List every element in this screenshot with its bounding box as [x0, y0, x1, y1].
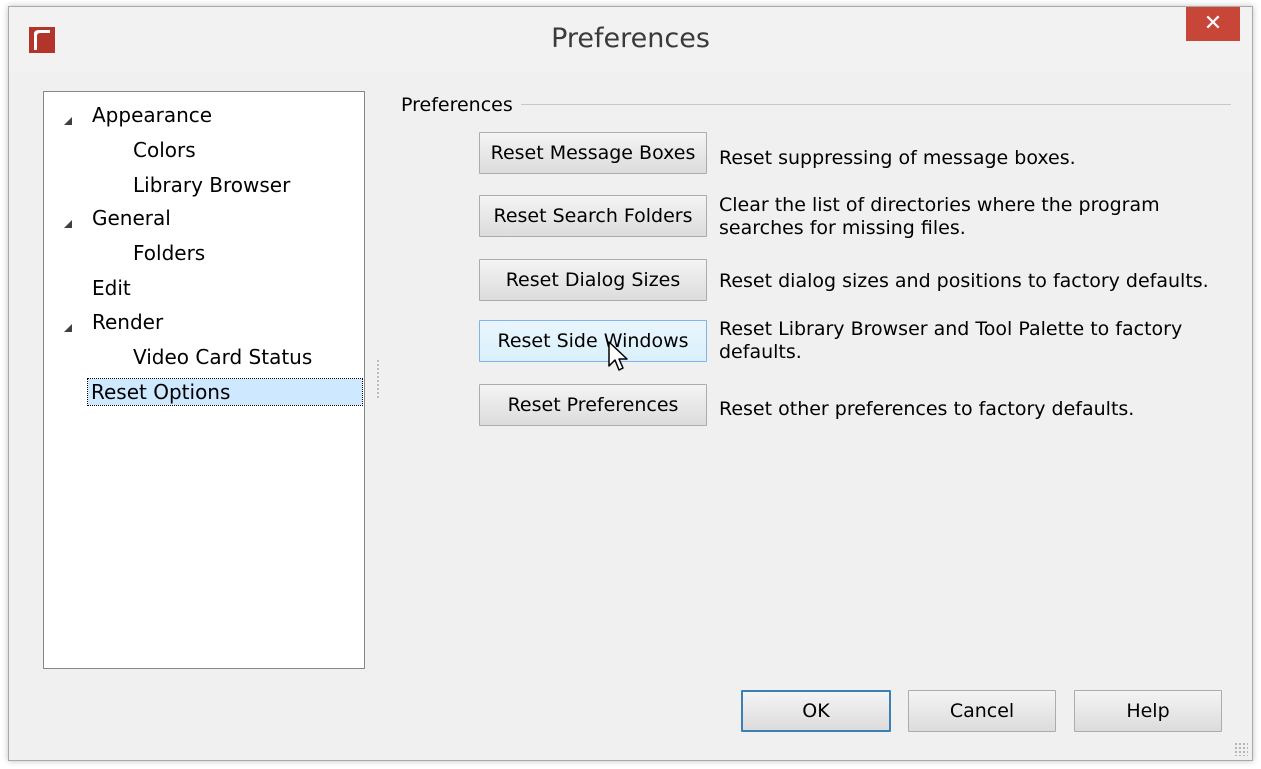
- preferences-dialog: Preferences ✕ Appearance Colors Library …: [8, 6, 1253, 761]
- ok-button[interactable]: OK: [741, 690, 891, 732]
- cancel-button[interactable]: Cancel: [908, 690, 1056, 732]
- tree-item-colors[interactable]: Colors: [133, 137, 196, 163]
- reset-dialog-sizes-description: Reset dialog sizes and positions to fact…: [719, 270, 1209, 292]
- close-button[interactable]: ✕: [1186, 7, 1240, 41]
- category-tree[interactable]: Appearance Colors Library Browser Genera…: [43, 91, 365, 669]
- panel-splitter[interactable]: [376, 359, 380, 399]
- tree-item-render[interactable]: Render: [92, 309, 163, 335]
- tree-item-folders[interactable]: Folders: [133, 240, 205, 266]
- mouse-pointer-icon: [608, 341, 628, 371]
- tree-item-general[interactable]: General: [92, 205, 171, 231]
- group-title: Preferences: [401, 94, 521, 116]
- tree-item-appearance[interactable]: Appearance: [92, 102, 212, 128]
- tree-item-edit[interactable]: Edit: [92, 275, 131, 301]
- help-button[interactable]: Help: [1074, 690, 1222, 732]
- expanded-triangle-icon[interactable]: [62, 115, 74, 127]
- expanded-triangle-icon[interactable]: [62, 322, 74, 334]
- reset-preferences-button[interactable]: Reset Preferences: [479, 384, 707, 426]
- reset-search-folders-button[interactable]: Reset Search Folders: [479, 195, 707, 237]
- tree-item-library-browser[interactable]: Library Browser: [133, 172, 290, 198]
- resize-grip-icon[interactable]: [1234, 742, 1248, 756]
- expanded-triangle-icon[interactable]: [62, 218, 74, 230]
- reset-search-folders-description: Clear the list of directories where the …: [719, 194, 1160, 239]
- window-title: Preferences: [551, 23, 710, 54]
- tree-item-video-card-status[interactable]: Video Card Status: [133, 344, 312, 370]
- reset-dialog-sizes-button[interactable]: Reset Dialog Sizes: [479, 259, 707, 301]
- reset-side-windows-button[interactable]: Reset Side Windows: [479, 320, 707, 362]
- reset-message-boxes-description: Reset suppressing of message boxes.: [719, 147, 1076, 169]
- group-divider: [401, 104, 1231, 105]
- reset-preferences-description: Reset other preferences to factory defau…: [719, 398, 1135, 420]
- reset-message-boxes-button[interactable]: Reset Message Boxes: [479, 132, 707, 174]
- reset-side-windows-description: Reset Library Browser and Tool Palette t…: [719, 318, 1183, 363]
- title-bar[interactable]: Preferences ✕: [9, 7, 1252, 71]
- close-icon: ✕: [1203, 11, 1223, 36]
- tree-item-reset-options[interactable]: Reset Options: [87, 378, 363, 406]
